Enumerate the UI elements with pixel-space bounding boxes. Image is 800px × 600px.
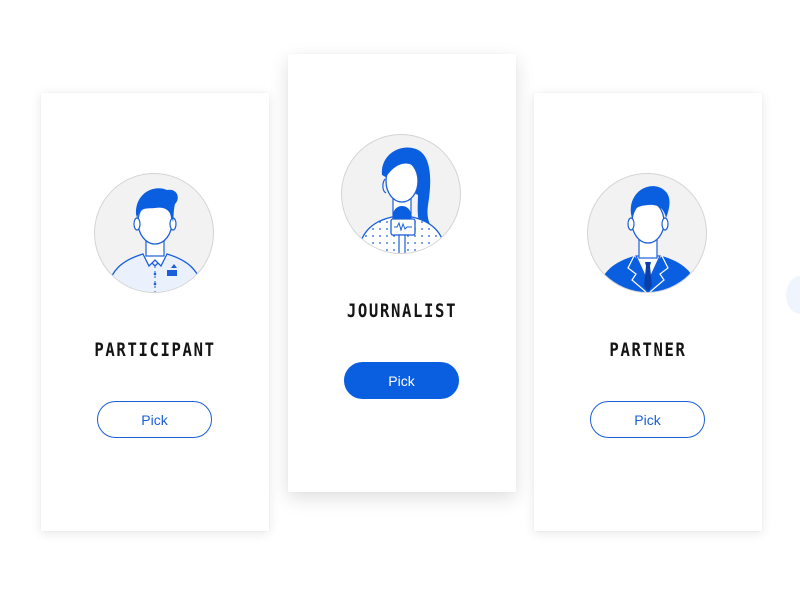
partner-avatar-icon [587,173,707,293]
role-card-participant[interactable]: PARTICIPANT Pick [41,93,269,531]
role-card-journalist[interactable]: JOURNALIST Pick [288,54,516,492]
role-title: PARTNER [609,339,687,361]
participant-avatar-icon [94,173,214,293]
journalist-avatar-icon [341,134,461,254]
role-card-partner[interactable]: PARTNER Pick [534,93,762,531]
role-title: PARTICIPANT [94,339,216,361]
pick-button[interactable]: Pick [590,401,705,438]
offscreen-edge-shape [786,276,800,314]
role-title: JOURNALIST [346,300,458,322]
pick-button[interactable]: Pick [344,362,459,399]
pick-button[interactable]: Pick [97,401,212,438]
